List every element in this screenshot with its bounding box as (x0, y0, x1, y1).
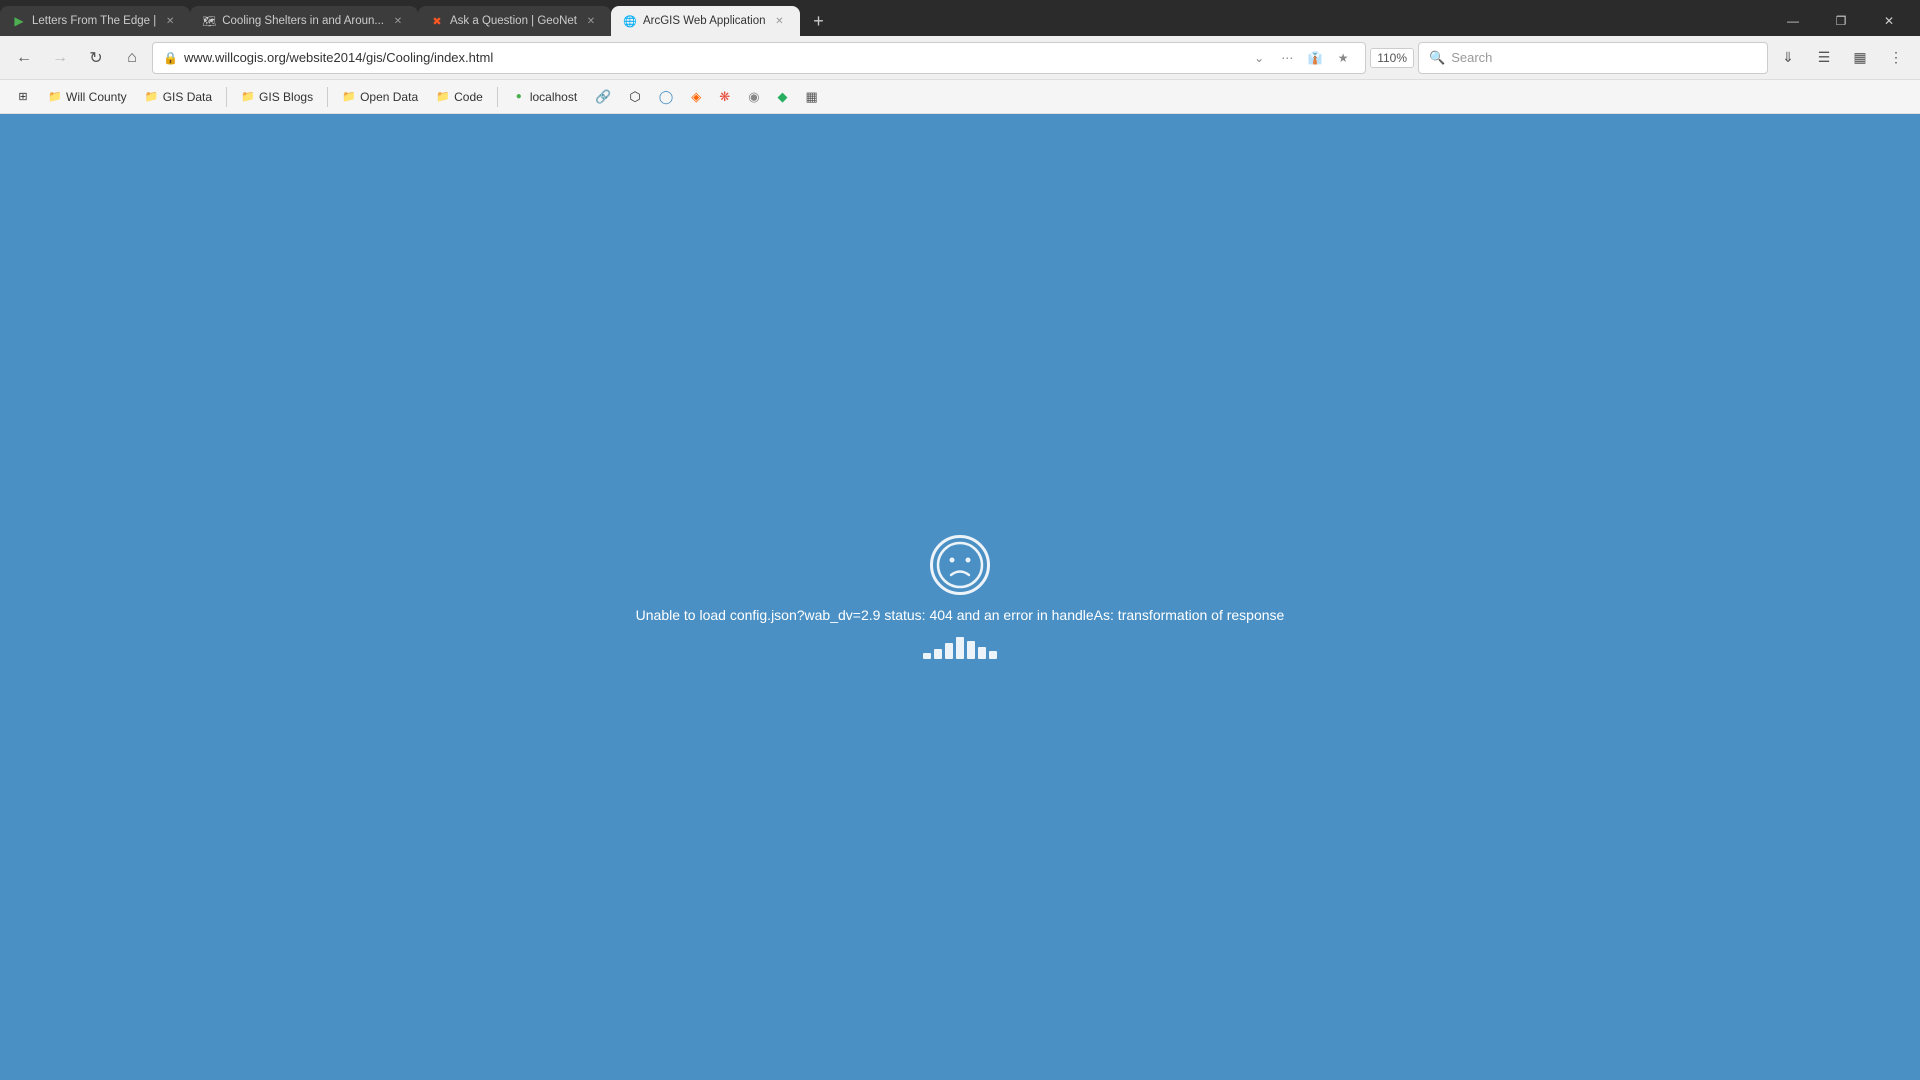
title-bar: ▶ Letters From The Edge | ✕ 🗺 Cooling Sh… (0, 0, 1920, 36)
folder-icon-open-data: 📁 (342, 90, 356, 104)
bookmark-extra-8[interactable]: ▦ (798, 86, 826, 108)
bar-1 (923, 653, 931, 659)
refresh-button[interactable]: ↻ (80, 42, 112, 74)
bookmark-extra-3[interactable]: ◯ (651, 86, 682, 108)
bookmark-open-data[interactable]: 📁 Open Data (334, 87, 426, 107)
bookmark-localhost[interactable]: ● localhost (504, 87, 585, 107)
address-bar[interactable]: 🔒 www.willcogis.org/website2014/gis/Cool… (152, 42, 1366, 74)
pocket-button[interactable]: 👔 (1303, 46, 1327, 70)
bookmark-extra-1[interactable]: 🔗 (587, 86, 619, 108)
extra-icon-3: ◯ (659, 89, 674, 105)
bookmark-label-gis-blogs: GIS Blogs (259, 90, 313, 104)
bookmark-label-open-data: Open Data (360, 90, 418, 104)
tab-label-2: Cooling Shelters in and Aroun... (222, 15, 384, 27)
main-content: Unable to load config.json?wab_dv=2.9 st… (0, 114, 1920, 1080)
search-box[interactable]: 🔍 Search (1418, 42, 1768, 74)
tab-label-1: Letters From The Edge | (32, 15, 156, 27)
address-more-button[interactable]: ⋯ (1275, 46, 1299, 70)
address-actions: ⌄ ⋯ 👔 ★ (1247, 46, 1355, 70)
forward-button[interactable]: → (44, 42, 76, 74)
folder-icon-will-county: 📁 (48, 90, 62, 104)
tab-cooling-shelters[interactable]: 🗺 Cooling Shelters in and Aroun... ✕ (190, 6, 418, 36)
folder-icon-gis-data: 📁 (145, 90, 159, 104)
extra-icon-7: ◆ (778, 89, 788, 105)
extra-icon-5: ❋ (719, 89, 730, 105)
bookmark-separator-2 (327, 87, 328, 107)
bar-6 (978, 647, 986, 659)
bookmark-label-localhost: localhost (530, 90, 577, 104)
tab-close-1[interactable]: ✕ (162, 13, 178, 29)
bookmark-label-gis-data: GIS Data (163, 90, 212, 104)
extra-icon-8: ▦ (806, 89, 818, 105)
address-url: www.willcogis.org/website2014/gis/Coolin… (184, 50, 1241, 65)
search-icon: 🔍 (1429, 50, 1445, 66)
loading-bars (923, 635, 997, 659)
extra-icon-2: ⬡ (629, 89, 640, 105)
menu-button[interactable]: ⋮ (1880, 42, 1912, 74)
tab-close-3[interactable]: ✕ (583, 13, 599, 29)
tab-icon-4: 🌐 (623, 14, 637, 28)
bookmark-extra-4[interactable]: ◈ (683, 86, 709, 108)
address-down-chevron[interactable]: ⌄ (1247, 46, 1271, 70)
bookmark-gis-data[interactable]: 📁 GIS Data (137, 87, 220, 107)
bar-7 (989, 651, 997, 659)
add-tab-button[interactable]: + (804, 6, 834, 36)
error-container: Unable to load config.json?wab_dv=2.9 st… (636, 535, 1285, 659)
search-placeholder: Search (1451, 50, 1492, 65)
bookmark-label-code: Code (454, 90, 483, 104)
tab-icon-1: ▶ (12, 14, 26, 28)
collections-button[interactable]: ☰ (1808, 42, 1840, 74)
tab-close-2[interactable]: ✕ (390, 13, 406, 29)
bookmark-star-button[interactable]: ★ (1331, 46, 1355, 70)
zoom-level[interactable]: 110% (1370, 48, 1414, 68)
folder-icon-code: 📁 (436, 90, 450, 104)
extra-icon-1: 🔗 (595, 89, 611, 105)
restore-button[interactable]: ❐ (1818, 6, 1864, 36)
tab-ask-question[interactable]: ✖ Ask a Question | GeoNet ✕ (418, 6, 611, 36)
bookmarks-apps-icon[interactable]: ⊞ (8, 87, 38, 107)
bookmark-gis-blogs[interactable]: 📁 GIS Blogs (233, 87, 321, 107)
extra-icon-6: ◉ (748, 89, 759, 105)
close-button[interactable]: ✕ (1866, 6, 1912, 36)
bar-4 (956, 637, 964, 659)
bookmark-label-will-county: Will County (66, 90, 127, 104)
bookmark-will-county[interactable]: 📁 Will County (40, 87, 135, 107)
bookmark-extra-2[interactable]: ⬡ (621, 86, 648, 108)
bookmark-separator-1 (226, 87, 227, 107)
bookmarks-bar: ⊞ 📁 Will County 📁 GIS Data 📁 GIS Blogs 📁… (0, 80, 1920, 114)
bar-3 (945, 643, 953, 659)
address-security-icon: 🔒 (163, 51, 178, 65)
localhost-icon: ● (512, 90, 526, 104)
bookmark-code[interactable]: 📁 Code (428, 87, 491, 107)
bookmark-extra-7[interactable]: ◆ (770, 86, 796, 108)
bar-5 (967, 641, 975, 659)
extra-icon-4: ◈ (691, 89, 701, 105)
back-button[interactable]: ← (8, 42, 40, 74)
home-button[interactable]: ⌂ (116, 42, 148, 74)
tab-arcgis-web-app[interactable]: 🌐 ArcGIS Web Application ✕ (611, 6, 800, 36)
tab-close-4[interactable]: ✕ (772, 13, 788, 29)
window-controls: — ❐ ✕ (1770, 6, 1920, 36)
tab-letters-from-edge[interactable]: ▶ Letters From The Edge | ✕ (0, 6, 190, 36)
bookmark-extra-6[interactable]: ◉ (740, 86, 767, 108)
tab-label-4: ArcGIS Web Application (643, 15, 766, 27)
tab-icon-2: 🗺 (202, 14, 216, 28)
bookmark-extra-5[interactable]: ❋ (711, 86, 738, 108)
error-message: Unable to load config.json?wab_dv=2.9 st… (636, 607, 1285, 623)
apps-grid-icon: ⊞ (16, 90, 30, 104)
sad-face-icon (930, 535, 990, 595)
tab-icon-3: ✖ (430, 14, 444, 28)
downloads-button[interactable]: ⇓ (1772, 42, 1804, 74)
minimize-button[interactable]: — (1770, 6, 1816, 36)
navigation-bar: ← → ↻ ⌂ 🔒 www.willcogis.org/website2014/… (0, 36, 1920, 80)
tab-label-3: Ask a Question | GeoNet (450, 15, 577, 27)
split-screen-button[interactable]: ▦ (1844, 42, 1876, 74)
bar-2 (934, 649, 942, 659)
bookmark-separator-3 (497, 87, 498, 107)
folder-icon-gis-blogs: 📁 (241, 90, 255, 104)
